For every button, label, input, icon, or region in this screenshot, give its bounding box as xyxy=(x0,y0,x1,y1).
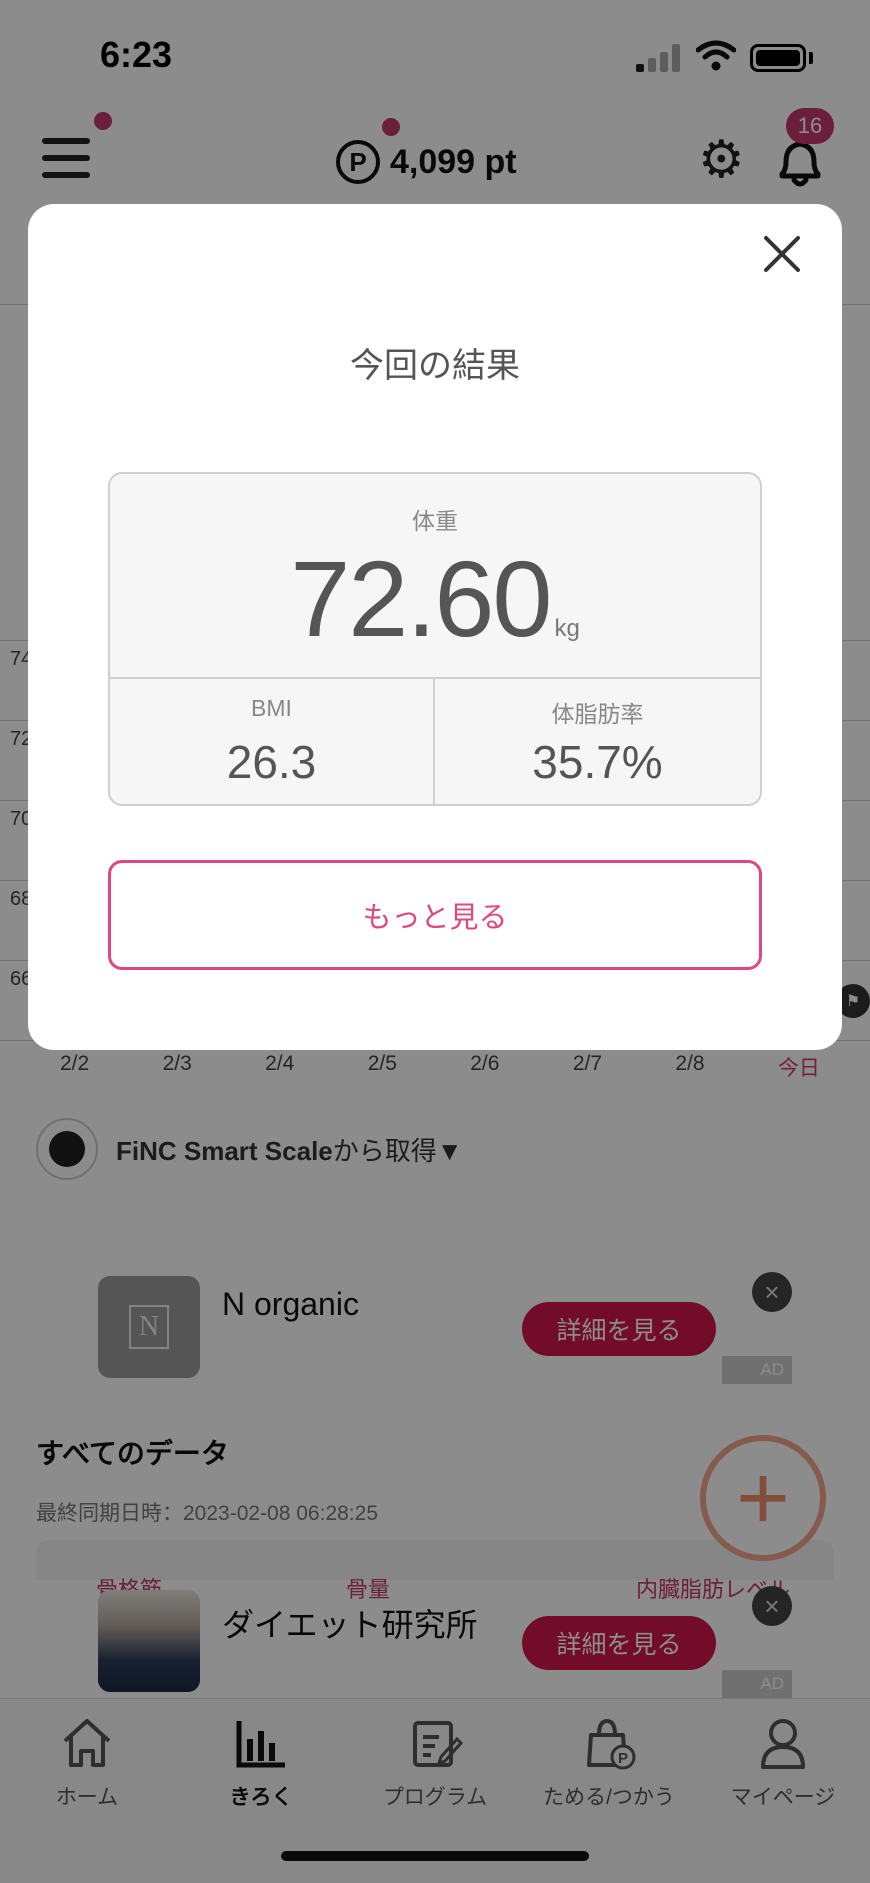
weight-value: 72.60 xyxy=(290,538,552,659)
bmi-value: 26.3 xyxy=(226,736,317,788)
weight-label: 体重 xyxy=(412,508,458,534)
modal-title: 今回の結果 xyxy=(350,347,520,385)
weight-section: 体重 72.60 kg xyxy=(110,474,760,679)
body-fat-section: 体脂肪率 35.7% xyxy=(435,679,760,804)
weight-unit: kg xyxy=(554,615,580,642)
body-fat-label: 体脂肪率 xyxy=(551,701,644,727)
bmi-label: BMI xyxy=(251,695,292,721)
close-icon[interactable] xyxy=(756,228,808,280)
see-more-button[interactable]: もっと見る xyxy=(108,860,762,970)
body-fat-value: 35.7% xyxy=(532,736,663,788)
bmi-section: BMI 26.3 xyxy=(110,679,435,804)
weight-value-row: 72.60 kg xyxy=(110,536,760,661)
result-card: 体重 72.60 kg BMI 26.3 体脂肪率 35.7% xyxy=(108,472,762,806)
result-modal: 今回の結果 体重 72.60 kg BMI 26.3 体脂肪率 35.7% もっと… xyxy=(28,204,842,1050)
